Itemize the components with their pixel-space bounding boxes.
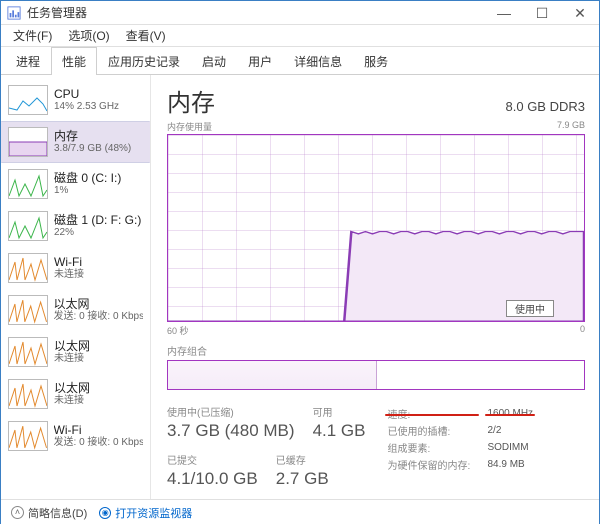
hw-value: 84.9 MB (487, 459, 524, 470)
open-resource-monitor-link[interactable]: ◉ 打开资源监视器 (99, 505, 192, 521)
sidebar-item-6[interactable]: 以太网未连接 (1, 331, 150, 373)
chevron-up-icon: ˄ (11, 506, 24, 519)
sidebar-thumb-1 (8, 127, 48, 157)
sidebar-item-8[interactable]: Wi-Fi发送: 0 接收: 0 Kbps (1, 415, 150, 457)
sidebar-thumb-8 (8, 421, 48, 451)
tab-users[interactable]: 用户 (237, 47, 283, 75)
cached-label: 已缓存 (276, 452, 329, 467)
footer: ˄ 简略信息(D) ◉ 打开资源监视器 (1, 499, 599, 525)
menu-file[interactable]: 文件(F) (7, 25, 58, 46)
fewer-details-label: 简略信息(D) (28, 505, 87, 521)
memory-composition (167, 360, 585, 390)
sidebar-thumb-2 (8, 169, 48, 199)
sidebar-thumb-3 (8, 211, 48, 241)
sidebar-sub-4: 未连接 (54, 269, 84, 281)
titlebar: 任务管理器 — ☐ ✕ (1, 1, 599, 25)
page-title: 内存 (167, 83, 215, 118)
sidebar-sub-5: 发送: 0 接收: 0 Kbps (54, 311, 143, 323)
chart-label-left: 内存使用量 (167, 120, 212, 133)
memory-spec: 8.0 GB DDR3 (506, 99, 585, 114)
sidebar-sub-8: 发送: 0 接收: 0 Kbps (54, 437, 143, 449)
sidebar-sub-3: 22% (54, 227, 141, 239)
sidebar-item-0[interactable]: CPU14% 2.53 GHz (1, 79, 150, 121)
maximize-button[interactable]: ☐ (523, 1, 561, 25)
slots-value: 2/2 (487, 425, 501, 436)
sidebar-sub-7: 未连接 (54, 395, 90, 407)
speed-value: 1600 MHz (487, 408, 533, 419)
resource-monitor-label: 打开资源监视器 (115, 505, 192, 521)
chart-label-right: 7.9 GB (557, 120, 585, 133)
sidebar-item-2[interactable]: 磁盘 0 (C: I:)1% (1, 163, 150, 205)
sidebar-sub-1: 3.8/7.9 GB (48%) (54, 143, 131, 155)
sidebar-item-3[interactable]: 磁盘 1 (D: F: G:)22% (1, 205, 150, 247)
tabbar: 进程 性能 应用历史记录 启动 用户 详细信息 服务 (1, 47, 599, 75)
monitor-icon: ◉ (99, 507, 111, 519)
fewer-details-toggle[interactable]: ˄ 简略信息(D) (11, 505, 87, 521)
commit-label: 已提交 (167, 452, 258, 467)
used-value: 3.7 GB (480 MB) (167, 420, 295, 442)
app-icon (7, 6, 21, 20)
menu-options[interactable]: 选项(O) (62, 25, 115, 46)
sidebar-thumb-6 (8, 337, 48, 367)
sidebar-title-5: 以太网 (54, 297, 143, 311)
menu-view[interactable]: 查看(V) (120, 25, 172, 46)
sidebar-thumb-4 (8, 253, 48, 283)
tab-performance[interactable]: 性能 (51, 47, 97, 75)
form-value: SODIMM (487, 442, 528, 453)
sidebar-title-4: Wi-Fi (54, 255, 84, 269)
tab-processes[interactable]: 进程 (5, 47, 51, 75)
sidebar-title-2: 磁盘 0 (C: I:) (54, 171, 121, 185)
tab-startup[interactable]: 启动 (191, 47, 237, 75)
sidebar: CPU14% 2.53 GHz内存3.8/7.9 GB (48%)磁盘 0 (C… (1, 75, 151, 499)
used-label: 使用中(已压缩) (167, 404, 295, 419)
minimize-button[interactable]: — (485, 1, 523, 25)
menubar: 文件(F) 选项(O) 查看(V) (1, 25, 599, 47)
sidebar-title-6: 以太网 (54, 339, 90, 353)
speed-key: 速度: (387, 406, 477, 421)
chart-badge: 使用中 (506, 300, 554, 317)
sidebar-thumb-7 (8, 379, 48, 409)
sidebar-title-3: 磁盘 1 (D: F: G:) (54, 213, 141, 227)
sidebar-item-4[interactable]: Wi-Fi未连接 (1, 247, 150, 289)
sidebar-item-1[interactable]: 内存3.8/7.9 GB (48%) (1, 121, 150, 163)
sidebar-title-0: CPU (54, 87, 119, 101)
sidebar-title-1: 内存 (54, 129, 131, 143)
sidebar-sub-2: 1% (54, 185, 121, 197)
cached-value: 2.7 GB (276, 468, 329, 490)
memory-chart: 使用中 (167, 134, 585, 322)
sidebar-thumb-0 (8, 85, 48, 115)
subchart-label: 内存组合 (167, 343, 585, 358)
sidebar-item-5[interactable]: 以太网发送: 0 接收: 0 Kbps (1, 289, 150, 331)
tab-app-history[interactable]: 应用历史记录 (97, 47, 191, 75)
commit-value: 4.1/10.0 GB (167, 468, 258, 490)
main-panel: 内存 8.0 GB DDR3 内存使用量 7.9 GB 使用中 60 秒 0 内… (151, 75, 599, 499)
tab-services[interactable]: 服务 (353, 47, 399, 75)
sidebar-sub-6: 未连接 (54, 353, 90, 365)
tab-details[interactable]: 详细信息 (283, 47, 353, 75)
sidebar-title-7: 以太网 (54, 381, 90, 395)
sidebar-sub-0: 14% 2.53 GHz (54, 101, 119, 113)
slots-key: 已使用的插槽: (387, 423, 477, 438)
sidebar-title-8: Wi-Fi (54, 423, 143, 437)
axis-left: 60 秒 (167, 324, 189, 337)
avail-value: 4.1 GB (313, 420, 366, 442)
avail-label: 可用 (313, 404, 366, 419)
hw-key: 为硬件保留的内存: (387, 457, 477, 472)
sidebar-item-7[interactable]: 以太网未连接 (1, 373, 150, 415)
form-key: 组成要素: (387, 440, 477, 455)
sidebar-thumb-5 (8, 295, 48, 325)
window-title: 任务管理器 (27, 4, 485, 21)
axis-right: 0 (580, 324, 585, 337)
close-button[interactable]: ✕ (561, 1, 599, 25)
